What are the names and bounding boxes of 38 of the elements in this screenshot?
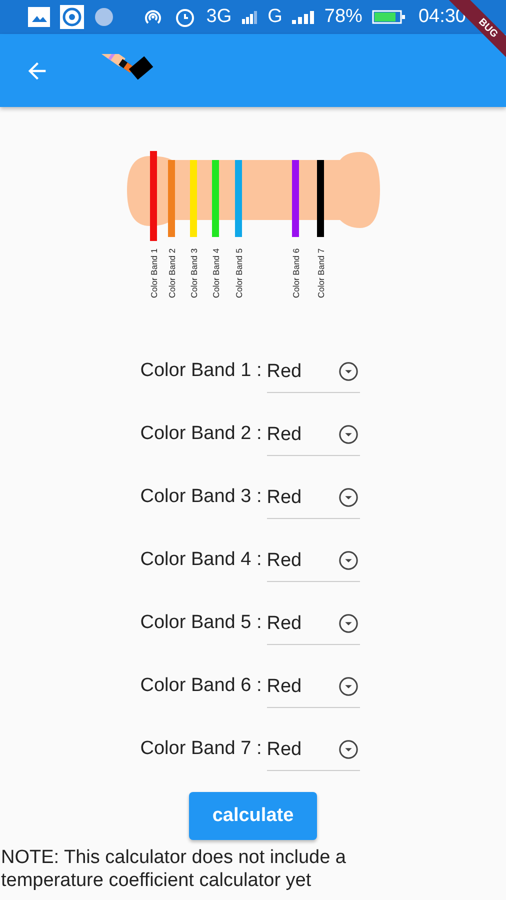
signal-icon	[242, 10, 258, 24]
chevron-down-icon	[338, 676, 359, 697]
chevron-down-icon	[338, 613, 359, 634]
image-icon	[28, 7, 50, 27]
band-label: Color Band 3 :	[140, 486, 262, 509]
band-label: Color Band 4	[211, 248, 221, 298]
network-type: 3G	[206, 6, 232, 28]
band-label: Color Band 1 :	[140, 360, 262, 383]
band-label: Color Band 6 :	[140, 675, 262, 698]
note-text: NOTE: This calculator does not include a temperature coefficient calculator yet	[1, 846, 347, 892]
chevron-down-icon	[338, 550, 359, 571]
battery-percent: 78%	[324, 6, 362, 28]
color-dropdown[interactable]: Red	[266, 355, 360, 393]
band-label: Color Band 6	[291, 248, 301, 298]
band-label: Color Band 2	[167, 248, 177, 298]
band-label: Color Band 5	[234, 248, 244, 298]
band-label: Color Band 7	[316, 248, 326, 298]
color-dropdown[interactable]: Red	[266, 670, 360, 708]
network-type: G	[268, 6, 282, 28]
circle-icon	[94, 7, 114, 27]
band-label: Color Band 5 :	[140, 612, 262, 635]
band-label: Color Band 1	[149, 248, 159, 298]
color-dropdown[interactable]: Red	[266, 607, 360, 645]
color-dropdown[interactable]: Red	[266, 733, 360, 771]
color-dropdown[interactable]: Red	[266, 481, 360, 519]
color-dropdown[interactable]: Red	[266, 544, 360, 582]
signal-icon	[292, 10, 314, 24]
chevron-down-icon	[338, 361, 359, 382]
band-label: Color Band 4 :	[140, 549, 262, 572]
chevron-down-icon	[338, 424, 359, 445]
band-label: Color Band 3	[189, 248, 199, 298]
band-label: Color Band 7 :	[140, 738, 262, 761]
alarm-icon	[174, 6, 196, 28]
chevron-down-icon	[338, 739, 359, 760]
color-dropdown[interactable]: Red	[266, 418, 360, 456]
band-label: Color Band 2 :	[140, 423, 262, 446]
target-icon	[60, 5, 84, 29]
chevron-down-icon	[338, 487, 359, 508]
